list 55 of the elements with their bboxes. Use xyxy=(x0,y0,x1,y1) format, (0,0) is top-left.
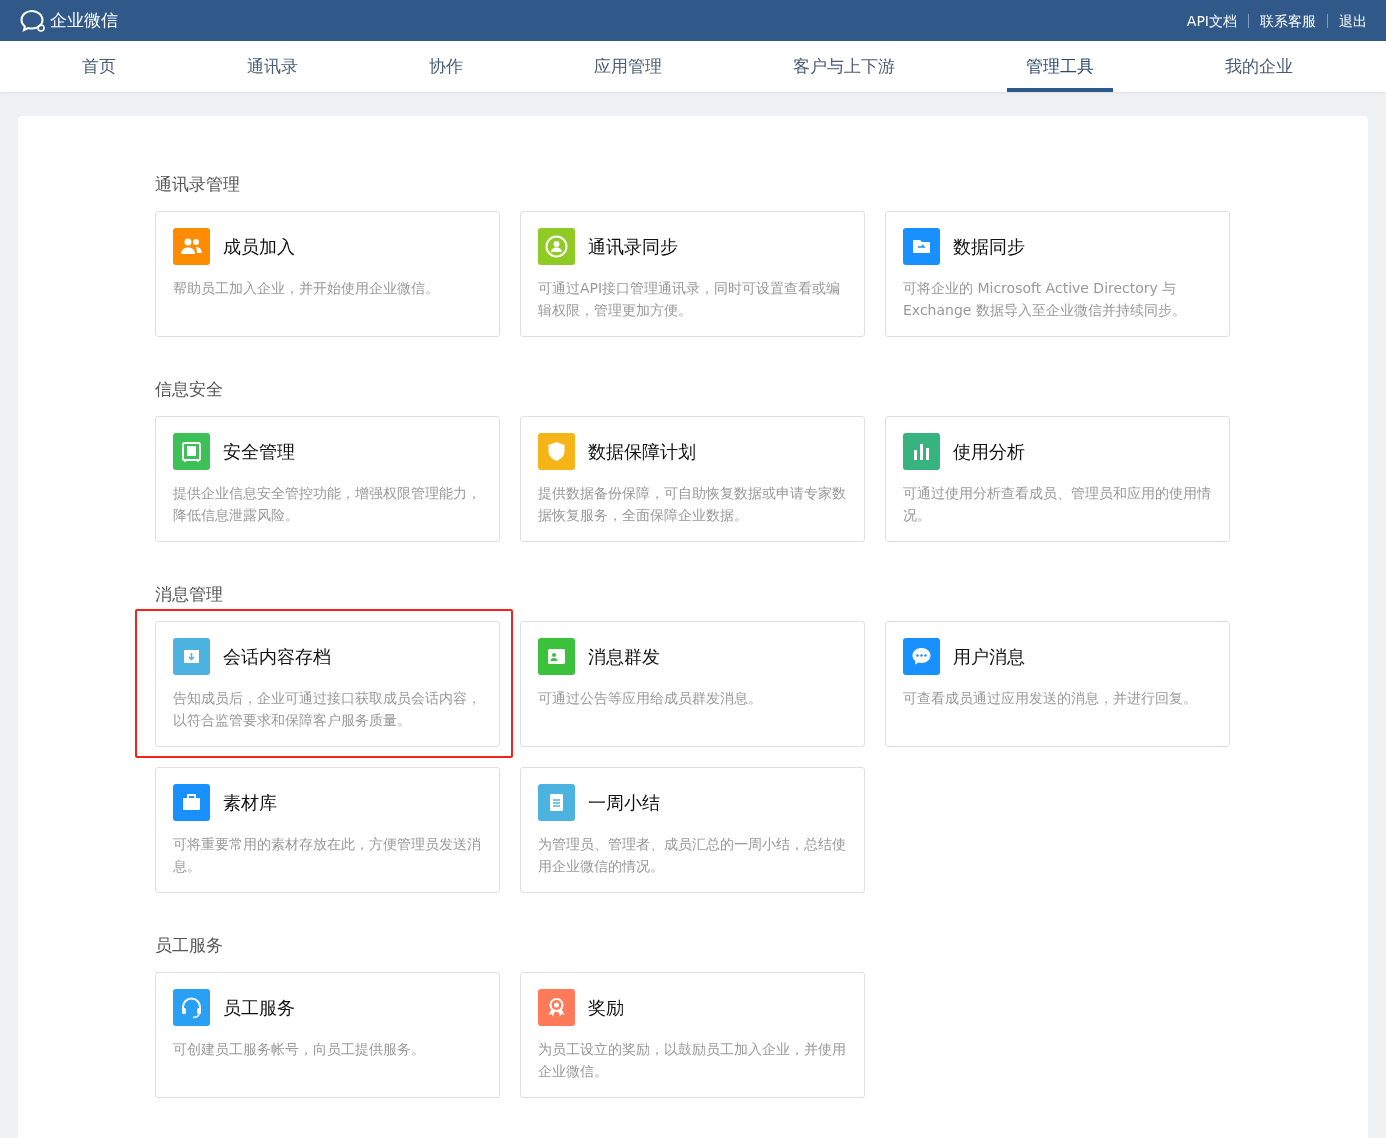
card-description: 告知成员后，企业可通过接口获取成员会话内容，以符合监管要求和保障客户服务质量。 xyxy=(173,689,482,730)
header-link[interactable]: 联系客服 xyxy=(1248,13,1327,28)
card-description: 可通过API接口管理通讯录，同时可设置查看或编辑权限，管理更加方便。 xyxy=(538,279,842,320)
card-title: 消息群发 xyxy=(588,644,660,669)
section-title: 员工服务 xyxy=(155,934,224,957)
tool-card[interactable]: 消息群发 可通过公告等应用给成员群发消息。 xyxy=(520,621,865,747)
card-title: 素材库 xyxy=(223,790,277,815)
section-title: 消息管理 xyxy=(155,583,224,606)
card-title: 数据保障计划 xyxy=(588,439,696,464)
tool-card[interactable]: 一周小结 为管理员、管理者、成员汇总的一周小结，总结使用企业微信的情况。 xyxy=(520,767,865,893)
tool-card[interactable]: 数据保障计划 提供数据备份保障，可自助恢复数据或申请专家数据恢复服务，全面保障企业数据。 xyxy=(520,416,865,542)
tool-card[interactable]: 成员加入 帮助员工加入企业，并开始使用企业微信。 xyxy=(155,211,500,337)
header-link[interactable]: 退出 xyxy=(1327,13,1367,28)
card-description: 提供企业信息安全管控功能，增强权限管理能力，降低信息泄露风险。 xyxy=(173,484,482,525)
nav-tab[interactable]: 管理工具 xyxy=(1007,41,1113,92)
nav-tab[interactable]: 首页 xyxy=(63,41,135,92)
nav-tab[interactable]: 通讯录 xyxy=(228,41,317,92)
tool-card[interactable]: 素材库 可将重要常用的素材存放在此，方便管理员发送消息。 xyxy=(155,767,500,893)
card-description: 可通过使用分析查看成员、管理员和应用的使用情况。 xyxy=(903,484,1212,525)
nav-tab[interactable]: 我的企业 xyxy=(1206,41,1312,92)
card-description: 可将重要常用的素材存放在此，方便管理员发送消息。 xyxy=(173,835,482,876)
tool-card[interactable]: 奖励 为员工设立的奖励，以鼓励员工加入企业，并使用企业微信。 xyxy=(520,972,865,1098)
tool-card[interactable]: 用户消息 可查看成员通过应用发送的消息，并进行回复。 xyxy=(885,621,1230,747)
card-title: 员工服务 xyxy=(223,995,295,1020)
card-title: 通讯录同步 xyxy=(588,234,678,259)
card-title: 成员加入 xyxy=(223,234,295,259)
card-title: 会话内容存档 xyxy=(223,644,331,669)
logo-text: 企业微信 xyxy=(50,9,118,32)
card-description: 可将企业的 Microsoft Active Directory 与 Exchange 数据导入至企业微信并持续同步。 xyxy=(903,279,1187,320)
tool-card[interactable]: 会话内容存档 告知成员后，企业可通过接口获取成员会话内容，以符合监管要求和保障客户服务质量。 xyxy=(155,621,500,747)
chat-bubble-logo-icon xyxy=(19,7,47,34)
tool-card[interactable]: 数据同步 可将企业的 Microsoft Active Directory 与 Exchange 数据导入至企业微信并持续同步。 xyxy=(885,211,1230,337)
nav-tab[interactable]: 应用管理 xyxy=(575,41,681,92)
tool-card[interactable]: 安全管理 提供企业信息安全管控功能，增强权限管理能力，降低信息泄露风险。 xyxy=(155,416,500,542)
card-title: 数据同步 xyxy=(953,234,1025,259)
card-description: 为员工设立的奖励，以鼓励员工加入企业，并使用企业微信。 xyxy=(538,1040,847,1081)
card-title: 用户消息 xyxy=(953,644,1025,669)
card-description: 可创建员工服务帐号，向员工提供服务。 xyxy=(173,1040,426,1059)
card-title: 使用分析 xyxy=(953,439,1025,464)
card-description: 为管理员、管理者、成员汇总的一周小结，总结使用企业微信的情况。 xyxy=(538,835,847,876)
tool-card[interactable]: 通讯录同步 可通过API接口管理通讯录，同时可设置查看或编辑权限，管理更加方便。 xyxy=(520,211,865,337)
nav-tab[interactable]: 协作 xyxy=(410,41,482,92)
card-description: 可查看成员通过应用发送的消息，并进行回复。 xyxy=(903,689,1198,708)
card-title: 一周小结 xyxy=(588,790,660,815)
tool-card[interactable]: 员工服务 可创建员工服务帐号，向员工提供服务。 xyxy=(155,972,500,1098)
header-link[interactable]: API文档 xyxy=(1175,13,1248,28)
card-description: 帮助员工加入企业，并开始使用企业微信。 xyxy=(173,279,440,298)
card-description: 提供数据备份保障，可自助恢复数据或申请专家数据恢复服务，全面保障企业数据。 xyxy=(538,484,847,525)
card-description: 可通过公告等应用给成员群发消息。 xyxy=(538,689,763,708)
section-title: 通讯录管理 xyxy=(155,173,241,196)
tool-card[interactable]: 使用分析 可通过使用分析查看成员、管理员和应用的使用情况。 xyxy=(885,416,1230,542)
card-title: 奖励 xyxy=(588,995,624,1020)
card-title: 安全管理 xyxy=(223,439,295,464)
nav-tab[interactable]: 客户与上下游 xyxy=(774,41,914,92)
section-title: 信息安全 xyxy=(155,378,224,401)
